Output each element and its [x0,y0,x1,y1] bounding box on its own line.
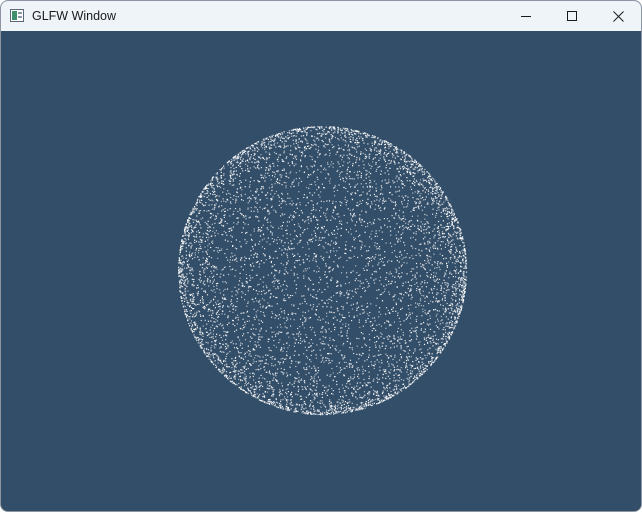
close-icon [612,10,624,22]
glfw-app-icon [10,9,24,22]
render-viewport[interactable] [1,31,641,511]
sphere-point-cloud [178,126,468,416]
title-bar[interactable]: GLFW Window [1,1,641,31]
maximize-button[interactable] [549,1,595,31]
close-button[interactable] [595,1,641,31]
minimize-icon [521,11,531,21]
window-title: GLFW Window [32,9,117,23]
minimize-button[interactable] [503,1,549,31]
maximize-icon [567,11,577,21]
glfw-window: GLFW Window [0,0,642,512]
